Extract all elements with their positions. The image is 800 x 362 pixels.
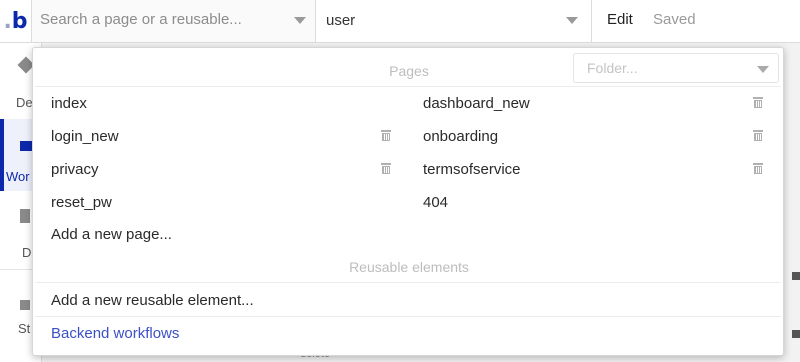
folder-filter-select[interactable]: Folder... (573, 53, 779, 83)
chevron-down-icon (566, 17, 578, 24)
page-item[interactable]: index (51, 95, 87, 112)
folder-placeholder: Folder... (587, 60, 638, 76)
scrollbar-marker (792, 272, 800, 280)
page-switcher-dropdown: Pages Folder... index dashboard_new logi… (32, 47, 784, 356)
sidebar-item-label: D (22, 245, 32, 260)
trash-icon[interactable] (381, 162, 391, 174)
page-item[interactable]: termsofservice (423, 161, 521, 178)
page-item[interactable]: reset_pw (51, 194, 112, 211)
top-bar: .b Search a page or a reusable... user E… (0, 0, 800, 43)
add-page-button[interactable]: Add a new page... (51, 226, 172, 243)
trash-icon[interactable] (381, 129, 391, 141)
trash-icon[interactable] (753, 96, 763, 108)
logo-dot: . (3, 8, 12, 34)
workflow-icon (20, 141, 32, 151)
save-status: Saved (653, 11, 696, 28)
sidebar-item-label: De (16, 95, 33, 110)
backend-workflows-link[interactable]: Backend workflows (51, 325, 179, 342)
edit-mode-button[interactable]: Edit (607, 11, 633, 28)
page-search-dropdown[interactable]: Search a page or a reusable... (32, 0, 316, 42)
page-item[interactable]: 404 (423, 194, 448, 211)
divider (35, 86, 781, 87)
page-item[interactable]: privacy (51, 161, 99, 178)
page-item[interactable]: onboarding (423, 128, 498, 145)
divider (35, 316, 781, 317)
divider (35, 282, 781, 283)
chevron-down-icon (757, 66, 769, 73)
page-search-placeholder: Search a page or a reusable... (40, 11, 242, 28)
reusable-section-title: Reusable elements (349, 259, 469, 275)
element-selector[interactable]: user (316, 0, 592, 42)
logo-letter: b (11, 8, 28, 34)
element-selector-value: user (326, 12, 356, 29)
sidebar-item-label: Wor (6, 169, 30, 184)
scrollbar-marker (792, 330, 800, 338)
sidebar-item-label: St (18, 321, 31, 336)
add-reusable-element-button[interactable]: Add a new reusable element... (51, 292, 254, 309)
trash-icon[interactable] (753, 162, 763, 174)
chevron-down-icon (294, 17, 306, 24)
page-item[interactable]: dashboard_new (423, 95, 530, 112)
styles-icon (20, 300, 30, 310)
trash-icon[interactable] (753, 129, 763, 141)
data-icon (20, 209, 30, 223)
bubble-logo[interactable]: .b (0, 0, 32, 42)
page-item[interactable]: login_new (51, 128, 119, 145)
